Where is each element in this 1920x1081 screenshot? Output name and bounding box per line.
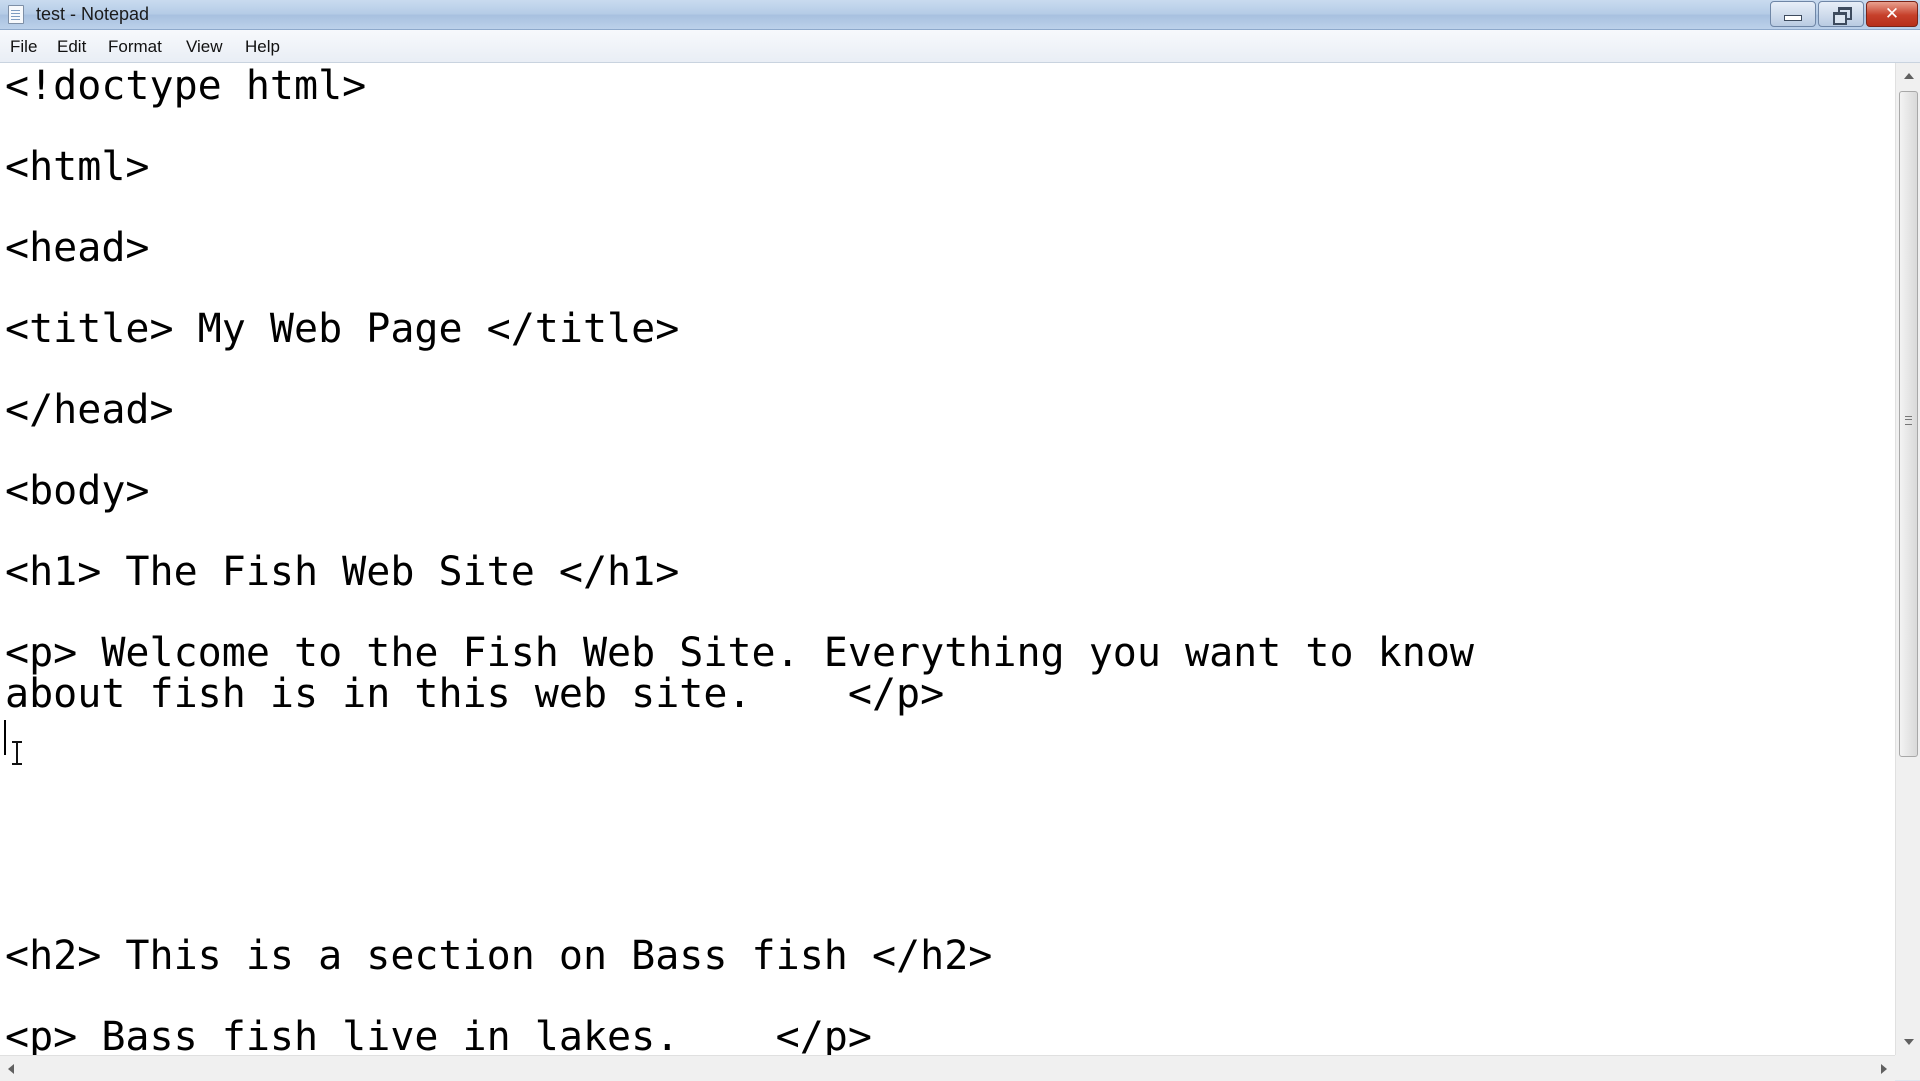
minimize-icon: [1784, 15, 1802, 21]
editor-line: <head>: [5, 225, 150, 271]
editor-line: about fish is in this web site. </p>: [5, 671, 945, 717]
ibeam-cursor-icon: [12, 741, 22, 765]
window-title: test - Notepad: [36, 4, 150, 24]
editor-line: <title> My Web Page </title>: [5, 306, 680, 352]
vertical-scrollbar[interactable]: [1895, 63, 1920, 1055]
close-icon: ✕: [1884, 3, 1900, 24]
menu-file[interactable]: File: [10, 37, 37, 57]
close-button[interactable]: ✕: [1866, 1, 1918, 27]
scrollbar-corner: [1895, 1055, 1920, 1080]
notepad-icon[interactable]: [8, 5, 24, 24]
scroll-left-icon[interactable]: [8, 1064, 14, 1074]
restore-icon: [1832, 7, 1852, 25]
grip-icon: [1905, 416, 1912, 425]
editor-line: <html>: [5, 144, 150, 190]
editor-line: <!doctype html>: [5, 63, 367, 109]
scroll-down-icon[interactable]: [1904, 1039, 1914, 1045]
notepad-window: test - Notepad ✕ File Edit Format View H…: [0, 0, 1920, 1081]
scroll-right-icon[interactable]: [1881, 1064, 1887, 1074]
scroll-up-icon[interactable]: [1904, 73, 1914, 79]
title-bar[interactable]: test - Notepad ✕: [0, 0, 1920, 30]
text-caret: [4, 720, 6, 755]
editor-line: <p> Bass fish live in lakes. </p>: [5, 1014, 872, 1056]
editor-line: <h2> This is a section on Bass fish </h2…: [5, 933, 993, 979]
editor-line: <p> Welcome to the Fish Web Site. Everyt…: [5, 630, 1475, 676]
restore-button[interactable]: [1818, 1, 1864, 27]
menu-format[interactable]: Format: [108, 37, 162, 57]
menu-edit[interactable]: Edit: [57, 37, 86, 57]
editor-line: <h1> The Fish Web Site </h1>: [5, 549, 680, 595]
editor-line: <body>: [5, 468, 150, 514]
minimize-button[interactable]: [1770, 1, 1816, 27]
text-editor[interactable]: <!doctype html> <html> <head> <title> My…: [0, 63, 1895, 1055]
vertical-scroll-thumb[interactable]: [1899, 91, 1918, 757]
horizontal-scrollbar[interactable]: [0, 1055, 1895, 1081]
menu-bar: File Edit Format View Help: [0, 30, 1920, 63]
menu-view[interactable]: View: [186, 37, 223, 57]
menu-help[interactable]: Help: [245, 37, 280, 57]
editor-line: </head>: [5, 387, 174, 433]
